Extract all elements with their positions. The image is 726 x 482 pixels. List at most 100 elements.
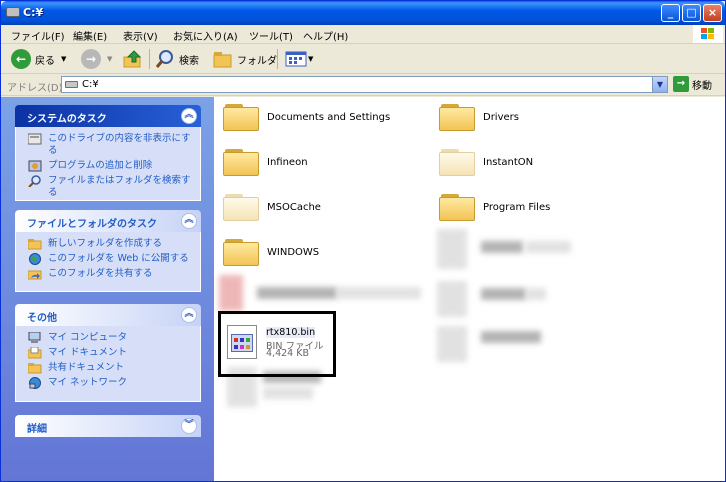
task-label: ファイルまたはフォルダを検索する — [48, 175, 191, 198]
search-label: 検索 — [179, 55, 199, 67]
add-remove-programs-icon — [28, 160, 42, 172]
folder-msocache[interactable]: MSOCache — [267, 202, 321, 213]
back-label: 戻る — [35, 55, 55, 67]
title-bar[interactable]: C:¥ _ □ × — [1, 1, 725, 25]
drive-icon — [65, 81, 78, 88]
up-folder-button[interactable] — [123, 48, 143, 70]
place-my-network[interactable]: マイ ネットワーク — [26, 377, 192, 389]
minimize-button[interactable]: _ — [661, 4, 680, 22]
task-hide-drive-contents[interactable]: このドライブの内容を非表示にする — [26, 133, 192, 157]
folder-icon[interactable] — [223, 146, 259, 176]
search-button[interactable]: 検索 — [155, 48, 199, 70]
place-label: マイ コンピュータ — [48, 332, 128, 343]
other-places-title: その他 — [27, 313, 57, 324]
folder-drivers[interactable]: Drivers — [483, 112, 519, 123]
folder-documents-and-settings[interactable]: Documents and Settings — [267, 112, 390, 123]
explorer-window: C:¥ _ □ × ファイル(F) 編集(E) 表示(V) お気に入り(A) ツ… — [0, 0, 726, 482]
redacted-item — [481, 241, 523, 253]
task-add-remove-programs[interactable]: プログラムの追加と削除 — [26, 160, 192, 172]
search-icon — [28, 175, 41, 187]
maximize-button[interactable]: □ — [682, 4, 701, 22]
folder-program-files[interactable]: Program Files — [483, 202, 550, 213]
expand-chevron-icon[interactable]: ︾ — [181, 418, 197, 434]
details-header[interactable]: 詳細 ︾ — [15, 415, 201, 437]
new-folder-icon — [28, 239, 42, 250]
details-title: 詳細 — [27, 424, 47, 435]
redacted-item — [437, 281, 467, 317]
file-size: 4,424 KB — [266, 348, 309, 359]
place-shared-documents[interactable]: 共有ドキュメント — [26, 362, 192, 374]
address-dropdown-icon[interactable]: ▼ — [652, 77, 667, 92]
task-label: このドライブの内容を非表示にする — [48, 133, 191, 156]
menu-bar: ファイル(F) 編集(E) 表示(V) お気に入り(A) ツール(T) ヘルプ(… — [1, 25, 725, 44]
redacted-item — [481, 331, 541, 343]
folder-infineon[interactable]: Infineon — [267, 157, 308, 168]
folders-label: フォルダ — [237, 55, 277, 67]
close-button[interactable]: × — [703, 4, 722, 22]
task-new-folder[interactable]: 新しいフォルダを作成する — [26, 238, 192, 250]
other-places-header[interactable]: その他 ︽ — [15, 304, 201, 326]
forward-dropdown-icon[interactable]: ▼ — [107, 55, 112, 63]
task-share-folder[interactable]: このフォルダを共有する — [26, 268, 192, 280]
go-arrow-icon: → — [673, 76, 689, 92]
toolbar: ← 戻る ▼ → ▼ 検索 フォルダ ▼ — [1, 44, 725, 74]
file-name[interactable]: rtx810.bin — [266, 327, 316, 338]
place-label: マイ ドキュメント — [48, 347, 128, 358]
toolbar-separator — [149, 49, 150, 69]
system-tasks-header[interactable]: システムのタスク ︽ — [15, 105, 201, 127]
folder-icon[interactable] — [223, 236, 259, 266]
redacted-item — [526, 288, 546, 300]
place-label: マイ ネットワーク — [48, 377, 128, 388]
go-label: 移動 — [692, 80, 712, 92]
system-tasks-panel: システムのタスク ︽ このドライブの内容を非表示にする プログラムの追加と削除 … — [15, 105, 201, 201]
collapse-chevron-icon[interactable]: ︽ — [181, 307, 197, 323]
folders-button[interactable]: フォルダ — [213, 48, 277, 70]
back-button[interactable]: ← 戻る ▼ — [11, 48, 66, 70]
shared-documents-icon — [28, 363, 42, 374]
collapse-chevron-icon[interactable]: ︽ — [181, 213, 197, 229]
address-input[interactable]: C:¥ ▼ — [61, 76, 668, 93]
menu-help[interactable]: ヘルプ(H) — [303, 28, 348, 43]
menu-favorites[interactable]: お気に入り(A) — [173, 28, 238, 43]
drive-icon — [6, 7, 20, 17]
forward-arrow-icon: → — [81, 49, 101, 69]
redacted-item — [257, 287, 337, 299]
menu-file[interactable]: ファイル(F) — [11, 28, 65, 43]
folder-icon[interactable] — [223, 101, 259, 131]
menu-tools[interactable]: ツール(T) — [249, 28, 293, 43]
task-search-files[interactable]: ファイルまたはフォルダを検索する — [26, 175, 192, 199]
details-panel: 詳細 ︾ — [15, 415, 201, 437]
folder-icon[interactable] — [439, 101, 475, 131]
views-button[interactable]: ▼ — [285, 48, 313, 70]
bin-file-icon[interactable] — [227, 325, 257, 359]
back-arrow-icon: ← — [11, 49, 31, 69]
hidden-folder-icon[interactable] — [439, 146, 475, 176]
forward-button[interactable]: → ▼ — [81, 48, 112, 70]
back-dropdown-icon[interactable]: ▼ — [61, 55, 66, 63]
system-tasks-title: システムのタスク — [27, 114, 107, 125]
file-folder-tasks-header[interactable]: ファイルとフォルダのタスク ︽ — [15, 210, 201, 232]
toolbar-separator — [277, 49, 278, 69]
menu-edit[interactable]: 編集(E) — [73, 28, 107, 43]
up-folder-icon — [123, 50, 142, 68]
views-dropdown-icon: ▼ — [308, 55, 314, 63]
menu-view[interactable]: 表示(V) — [123, 28, 158, 43]
go-button[interactable]: → 移動 — [673, 76, 712, 92]
folder-icon[interactable] — [439, 191, 475, 221]
file-folder-tasks-title: ファイルとフォルダのタスク — [27, 219, 157, 230]
collapse-chevron-icon[interactable]: ︽ — [181, 108, 197, 124]
task-publish-web[interactable]: このフォルダを Web に公開する — [26, 253, 192, 265]
share-folder-icon — [28, 270, 42, 280]
task-label: このフォルダを Web に公開する — [48, 253, 189, 264]
hidden-folder-icon[interactable] — [223, 191, 259, 221]
search-icon — [155, 50, 173, 68]
redacted-item — [437, 229, 467, 269]
place-label: 共有ドキュメント — [48, 362, 125, 373]
place-my-documents[interactable]: マイ ドキュメント — [26, 347, 192, 359]
folder-windows[interactable]: WINDOWS — [267, 247, 319, 258]
redacted-item — [481, 288, 526, 300]
hide-contents-icon — [28, 133, 42, 145]
place-my-computer[interactable]: マイ コンピュータ — [26, 332, 192, 344]
folder-instanton[interactable]: InstantON — [483, 157, 533, 168]
my-computer-icon — [28, 332, 41, 343]
